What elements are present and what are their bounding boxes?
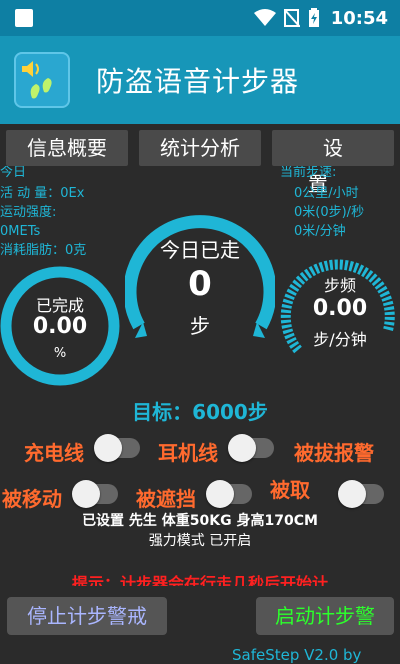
tab-bar: 信息概要 统计分析 设置 xyxy=(0,130,400,196)
tab-settings[interactable]: 设置 xyxy=(272,130,394,196)
toggle-knob xyxy=(228,434,256,462)
toggle-label-unplug-alarm: 被拔报警 xyxy=(294,441,374,465)
toggle-knob xyxy=(338,480,366,508)
toggle-knob xyxy=(94,434,122,462)
earphone-toggle[interactable] xyxy=(228,434,274,462)
toggle-label-charger: 充电线 xyxy=(24,441,84,465)
mode-info: 强力模式 已开启 xyxy=(148,533,252,549)
version-footer: SafeStep V2.0 by xyxy=(232,646,362,664)
steps-label: 今日已走 xyxy=(160,238,240,262)
completion-unit: % xyxy=(53,346,67,361)
toggle-label-covered: 被遮挡 xyxy=(136,487,196,511)
start-guard-button[interactable]: 启动计步警 xyxy=(256,597,394,635)
steps-value: 0 xyxy=(188,264,212,304)
steps-gauge: 今日已走 0 步 xyxy=(123,188,277,358)
wifi-icon xyxy=(254,9,276,26)
speaker-footprint-icon xyxy=(22,61,52,99)
taken-toggle[interactable] xyxy=(338,480,384,508)
speed-kmh: 0公里/小时 xyxy=(294,186,359,201)
toggle-label-taken: 被取 xyxy=(270,478,310,500)
completion-gauge: 已完成 0.00 % xyxy=(0,262,124,388)
hint-text: 提示：计步器会在行走几秒后开始计 xyxy=(71,574,328,586)
speed-ms: 0米(0步)/秒 xyxy=(294,205,365,220)
app-logo xyxy=(14,52,70,108)
status-icons xyxy=(254,8,320,28)
user-settings-info: 已设置 先生 体重50KG 身高170CM xyxy=(82,513,318,529)
speed-mmin: 0米/分钟 xyxy=(294,224,346,239)
moved-toggle[interactable] xyxy=(72,480,118,508)
tab-statistics[interactable]: 统计分析 xyxy=(139,130,261,166)
clipped-headings: 今日 当前步速: xyxy=(0,166,400,178)
cadence-unit: 步/分钟 xyxy=(313,330,367,349)
stats-left: 活 动 量：0Ex 运动强度: 0METs 消耗脂肪：0克 xyxy=(0,184,130,260)
completion-label: 已完成 xyxy=(35,296,84,315)
stop-guard-button[interactable]: 停止计步警戒 xyxy=(7,597,167,635)
intensity-label: 运动强度: xyxy=(0,205,57,220)
toggle-label-moved: 被移动 xyxy=(2,487,62,511)
tab-overview[interactable]: 信息概要 xyxy=(6,130,128,166)
charger-toggle[interactable] xyxy=(94,434,140,462)
completion-value: 0.00 xyxy=(32,314,88,339)
toggle-label-earphone: 耳机线 xyxy=(158,441,218,465)
app-bar: 防盗语音计步器 xyxy=(0,36,400,124)
fat-burned: 消耗脂肪：0克 xyxy=(0,243,87,258)
stats-right-heading: 当前步速: xyxy=(280,166,337,178)
notification-icon xyxy=(15,9,33,27)
status-bar: 10:54 xyxy=(0,0,400,36)
steps-unit: 步 xyxy=(190,314,210,338)
toggle-knob xyxy=(206,480,234,508)
app-title: 防盗语音计步器 xyxy=(96,65,300,98)
no-sim-icon xyxy=(284,9,300,27)
stats-right: 0公里/小时 0米(0步)/秒 0米/分钟 xyxy=(294,184,400,241)
activity-amount: 活 动 量：0Ex xyxy=(0,186,85,201)
clock: 10:54 xyxy=(330,8,388,29)
covered-toggle[interactable] xyxy=(206,480,252,508)
taken-label-clip: 被取 xyxy=(270,474,332,500)
cadence-label: 步频 xyxy=(323,276,356,295)
intensity-value: 0METs xyxy=(0,224,41,239)
stats-left-heading: 今日 xyxy=(0,166,27,178)
battery-charging-icon xyxy=(309,8,319,27)
toggle-knob xyxy=(72,480,100,508)
cadence-gauge: 步频 0.00 步/分钟 xyxy=(276,246,400,362)
step-target: 目标：6000步 xyxy=(132,400,268,424)
cadence-value: 0.00 xyxy=(312,296,368,321)
